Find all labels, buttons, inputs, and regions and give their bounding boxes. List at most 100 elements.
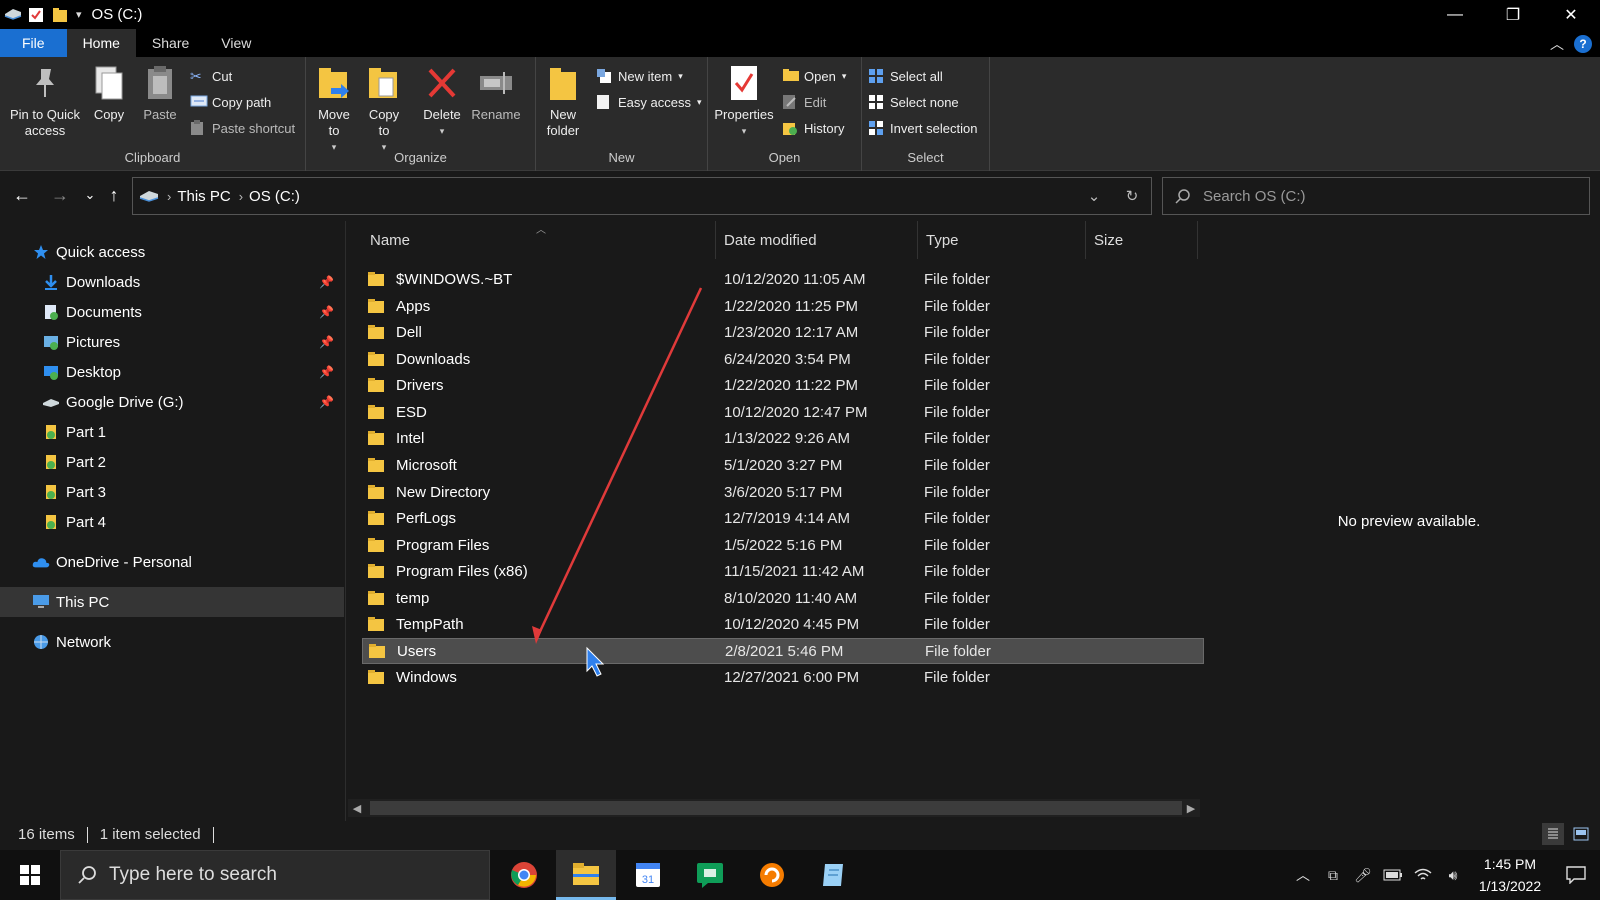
- table-row[interactable]: Windows 12/27/2021 6:00 PM File folder: [362, 664, 1204, 690]
- sidebar-item-onedrive[interactable]: OneDrive - Personal: [0, 547, 344, 577]
- notes-app-icon[interactable]: [804, 850, 864, 900]
- table-row[interactable]: Dell 1/23/2020 12:17 AM File folder: [362, 319, 1204, 345]
- sidebar-item-part-1[interactable]: Part 1: [0, 417, 344, 447]
- select-none-button[interactable]: Select none: [868, 91, 959, 113]
- tab-file[interactable]: File: [0, 29, 67, 57]
- sidebar-item-pictures[interactable]: Pictures 📌: [0, 327, 344, 357]
- forward-arrow-icon[interactable]: →: [48, 183, 72, 207]
- pin-icon[interactable]: 📌: [319, 365, 334, 379]
- tab-share[interactable]: Share: [136, 29, 205, 57]
- table-row[interactable]: Program Files (x86) 11/15/2021 11:42 AM Fi…: [362, 558, 1204, 584]
- properties-button[interactable]: Properties ▾: [714, 63, 774, 139]
- sidebar-item-part-2[interactable]: Part 2: [0, 447, 344, 477]
- meet-now-icon[interactable]: ⧉: [1318, 850, 1348, 900]
- file-explorer-taskbar-icon[interactable]: [556, 850, 616, 900]
- sidebar-item-google-drive[interactable]: Google Drive (G:) 📌: [0, 387, 344, 417]
- sidebar-item-documents[interactable]: Documents 📌: [0, 297, 344, 327]
- tab-view[interactable]: View: [205, 29, 267, 57]
- close-button[interactable]: ✕: [1542, 0, 1600, 29]
- column-header-size[interactable]: Size: [1086, 221, 1198, 259]
- column-header-type[interactable]: Type: [918, 221, 1086, 259]
- sidebar-item-part-4[interactable]: Part 4: [0, 507, 344, 537]
- breadcrumb-os-c[interactable]: OS (C:): [249, 188, 300, 205]
- sidebar-item-network[interactable]: Network: [0, 627, 344, 657]
- new-folder-button[interactable]: New folder: [542, 63, 584, 139]
- tab-home[interactable]: Home: [66, 29, 136, 57]
- restore-button[interactable]: ❐: [1484, 0, 1542, 29]
- column-header-date[interactable]: Date modified: [716, 221, 918, 259]
- pin-quick-access-button[interactable]: Pin to Quick access: [6, 63, 84, 139]
- open-button[interactable]: Open ▾: [782, 65, 846, 87]
- customize-toolbar-chevron-icon[interactable]: ▾: [76, 8, 82, 21]
- sidebar-item-part-3[interactable]: Part 3: [0, 477, 344, 507]
- scrollbar-thumb[interactable]: [370, 801, 1182, 815]
- large-icons-view-icon[interactable]: [1570, 823, 1592, 845]
- delete-button[interactable]: Delete ▾: [420, 63, 464, 139]
- table-row-selected[interactable]: Users 2/8/2021 5:46 PM File folder: [362, 638, 1204, 664]
- chrome-icon[interactable]: [494, 850, 554, 900]
- table-row[interactable]: Microsoft 5/1/2020 3:27 PM File folder: [362, 452, 1204, 478]
- sidebar-item-quick-access[interactable]: Quick access: [0, 237, 344, 267]
- taskbar-search-box[interactable]: Type here to search: [60, 850, 490, 900]
- scroll-left-icon[interactable]: ◀: [348, 799, 366, 817]
- volume-icon[interactable]: 🔊︎: [1438, 850, 1468, 900]
- pin-icon[interactable]: 📌: [319, 275, 334, 289]
- calendar-icon[interactable]: 31: [618, 850, 678, 900]
- sidebar-item-this-pc[interactable]: This PC: [0, 587, 344, 617]
- table-row[interactable]: Downloads 6/24/2020 3:54 PM File folder: [362, 346, 1204, 372]
- properties-check-icon[interactable]: [28, 7, 44, 23]
- sidebar-item-downloads[interactable]: Downloads 📌: [0, 267, 344, 297]
- select-all-button[interactable]: Select all: [868, 65, 943, 87]
- help-icon[interactable]: ?: [1574, 35, 1592, 53]
- new-item-button[interactable]: New item ▾: [596, 65, 683, 87]
- address-history-chevron-icon[interactable]: ⌄: [1075, 187, 1113, 205]
- sidebar-item-desktop[interactable]: Desktop 📌: [0, 357, 344, 387]
- windows-start-icon[interactable]: [0, 850, 60, 900]
- details-view-icon[interactable]: [1542, 823, 1564, 845]
- pin-icon[interactable]: 📌: [319, 395, 334, 409]
- table-row[interactable]: New Directory 3/6/2020 5:17 PM File folder: [362, 479, 1204, 505]
- table-row[interactable]: Intel 1/13/2022 9:26 AM File folder: [362, 425, 1204, 451]
- table-row[interactable]: Apps 1/22/2020 11:25 PM File folder: [362, 293, 1204, 319]
- new-folder-icon[interactable]: [52, 7, 68, 23]
- table-row[interactable]: ESD 10/12/2020 12:47 PM File folder: [362, 399, 1204, 425]
- copy-button[interactable]: Copy: [88, 63, 130, 123]
- paste-shortcut-button[interactable]: Paste shortcut: [190, 117, 295, 139]
- rename-button[interactable]: Rename: [468, 63, 524, 123]
- table-row[interactable]: temp 8/10/2020 11:40 AM File folder: [362, 585, 1204, 611]
- horizontal-scrollbar[interactable]: ◀ ▶: [348, 799, 1200, 817]
- wifi-icon[interactable]: [1408, 850, 1438, 900]
- easy-access-button[interactable]: Easy access ▾: [596, 91, 702, 113]
- breadcrumb-separator-icon[interactable]: ›: [167, 189, 171, 204]
- notifications-icon[interactable]: [1552, 850, 1600, 900]
- screen-recorder-icon[interactable]: [742, 850, 802, 900]
- move-to-button[interactable]: Move to ▾: [314, 63, 354, 155]
- cut-button[interactable]: ✂ Cut: [190, 65, 232, 87]
- copy-to-button[interactable]: Copy to ▾: [364, 63, 404, 155]
- search-input[interactable]: [1203, 187, 1563, 205]
- collapse-ribbon-chevron-icon[interactable]: ︿: [1550, 34, 1564, 54]
- pin-icon[interactable]: 📌: [319, 335, 334, 349]
- paste-button[interactable]: Paste: [138, 63, 182, 123]
- copy-path-button[interactable]: Copy path: [190, 91, 271, 113]
- edit-button[interactable]: Edit: [782, 91, 826, 113]
- battery-icon[interactable]: [1378, 850, 1408, 900]
- google-chat-icon[interactable]: [680, 850, 740, 900]
- breadcrumb-separator-icon[interactable]: ›: [239, 189, 243, 204]
- clock[interactable]: 1:45 PM 1/13/2022: [1468, 853, 1552, 897]
- back-arrow-icon[interactable]: ←: [10, 183, 34, 207]
- table-row[interactable]: TempPath 10/12/2020 4:45 PM File folder: [362, 611, 1204, 637]
- pin-icon[interactable]: 📌: [319, 305, 334, 319]
- table-row[interactable]: $WINDOWS.~BT 10/12/2020 11:05 AM File fold…: [362, 266, 1204, 292]
- up-arrow-icon[interactable]: ↑: [102, 183, 126, 207]
- scroll-right-icon[interactable]: ▶: [1182, 799, 1200, 817]
- table-row[interactable]: PerfLogs 12/7/2019 4:14 AM File folder: [362, 505, 1204, 531]
- address-bar[interactable]: › This PC › OS (C:) ⌄ ↻: [132, 177, 1152, 215]
- invert-selection-button[interactable]: Invert selection: [868, 117, 977, 139]
- table-row[interactable]: Program Files 1/5/2022 5:16 PM File folder: [362, 532, 1204, 558]
- microphone-icon[interactable]: 🎤︎: [1348, 850, 1378, 900]
- search-box[interactable]: [1162, 177, 1590, 215]
- recent-locations-chevron-icon[interactable]: ⌄: [78, 183, 102, 207]
- breadcrumb-this-pc[interactable]: This PC: [177, 188, 230, 205]
- show-hidden-icons-chevron-icon[interactable]: ︿: [1288, 850, 1318, 900]
